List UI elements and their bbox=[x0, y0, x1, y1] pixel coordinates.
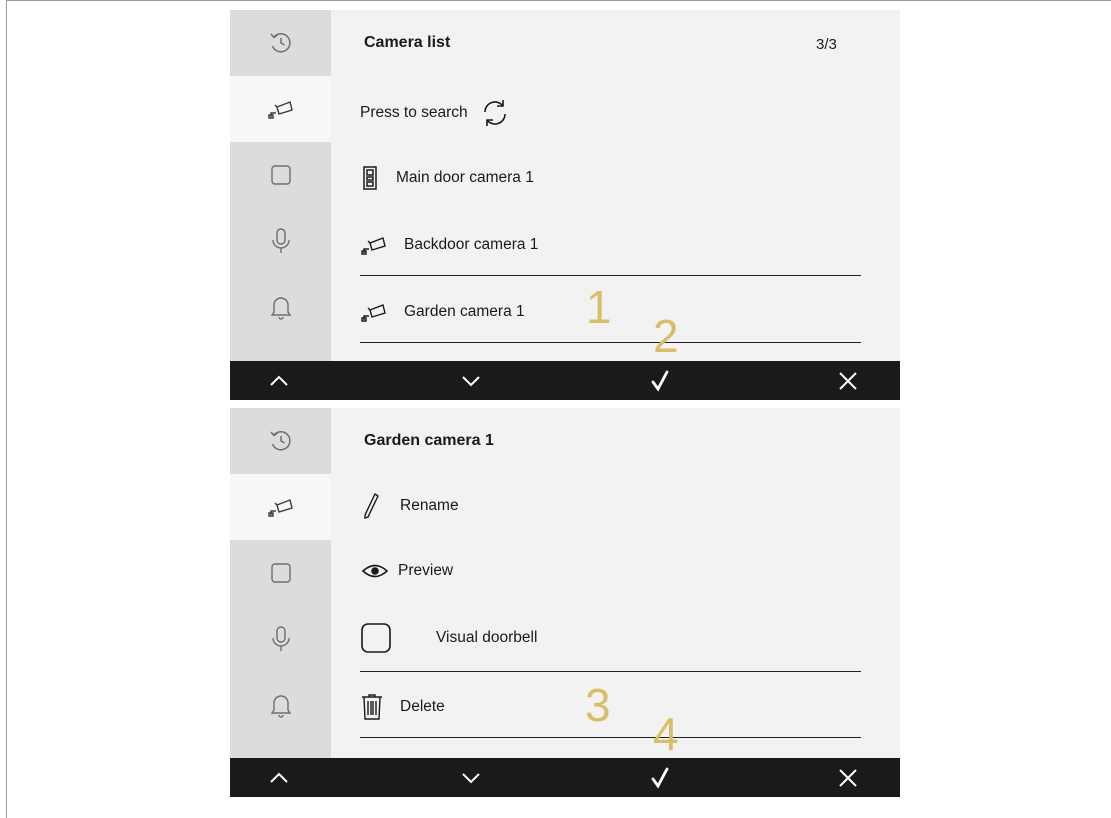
check-icon bbox=[651, 767, 669, 789]
close-button[interactable] bbox=[833, 758, 863, 797]
search-button[interactable]: Press to search bbox=[360, 96, 512, 130]
camera-options-screen: Garden camera 1 Rename Preview Visual do… bbox=[230, 408, 900, 797]
history-icon bbox=[269, 431, 291, 451]
option-label: Visual doorbell bbox=[436, 629, 538, 646]
sidebar-item-microphone[interactable] bbox=[230, 208, 331, 274]
selection-line-bottom bbox=[360, 342, 861, 343]
content-area: Camera list 3/3 Press to search Main doo… bbox=[331, 10, 900, 361]
bell-icon bbox=[270, 297, 291, 320]
camera-list-screen: Camera list 3/3 Press to search Main doo… bbox=[230, 10, 900, 400]
microphone-icon bbox=[271, 228, 290, 253]
door-station-icon bbox=[360, 166, 380, 190]
sidebar-item-camera[interactable] bbox=[230, 76, 331, 142]
sidebar bbox=[230, 10, 331, 361]
list-item-backdoor-camera[interactable]: Backdoor camera 1 bbox=[360, 234, 538, 256]
camera-icon bbox=[360, 301, 390, 323]
list-item-main-door-camera[interactable]: Main door camera 1 bbox=[360, 166, 534, 190]
confirm-button[interactable] bbox=[645, 758, 675, 797]
close-button[interactable] bbox=[833, 361, 863, 400]
list-item-label: Main door camera 1 bbox=[396, 169, 534, 186]
confirm-button[interactable] bbox=[645, 361, 675, 400]
sidebar-item-microphone[interactable] bbox=[230, 606, 331, 672]
pencil-icon bbox=[360, 492, 382, 520]
sidebar bbox=[230, 408, 331, 758]
sidebar-item-history[interactable] bbox=[230, 408, 331, 474]
selection-line-top bbox=[360, 275, 861, 276]
chevron-down-icon bbox=[462, 772, 480, 783]
chevron-up-icon bbox=[270, 772, 288, 783]
camera-icon bbox=[267, 101, 293, 119]
chevron-up-icon bbox=[270, 375, 288, 386]
sidebar-item-bell[interactable] bbox=[230, 672, 331, 738]
page-title: Garden camera 1 bbox=[364, 432, 494, 449]
sidebar-item-camera[interactable] bbox=[230, 474, 331, 540]
close-icon bbox=[839, 371, 857, 390]
sidebar-item-history[interactable] bbox=[230, 10, 331, 76]
up-button[interactable] bbox=[264, 361, 294, 400]
option-delete[interactable]: Delete bbox=[360, 693, 445, 721]
bell-icon bbox=[270, 695, 291, 718]
sidebar-item-square[interactable] bbox=[230, 540, 331, 606]
option-label: Preview bbox=[398, 562, 454, 579]
chevron-down-icon bbox=[462, 375, 480, 386]
option-preview[interactable]: Preview bbox=[360, 562, 453, 580]
square-icon bbox=[270, 563, 291, 583]
selection-line-top bbox=[360, 671, 861, 672]
option-visual-doorbell[interactable]: Visual doorbell bbox=[360, 622, 537, 654]
annotation-3: 3 bbox=[585, 679, 611, 731]
history-icon bbox=[269, 33, 291, 53]
down-button[interactable] bbox=[456, 361, 486, 400]
annotation-1: 1 bbox=[586, 281, 612, 333]
annotation-4: 4 bbox=[653, 708, 679, 760]
page-title: Camera list bbox=[364, 34, 451, 51]
list-item-garden-camera[interactable]: Garden camera 1 bbox=[360, 301, 525, 323]
annotation-2: 2 bbox=[653, 310, 679, 362]
list-item-label: Backdoor camera 1 bbox=[404, 236, 539, 253]
content-area: Garden camera 1 Rename Preview Visual do… bbox=[331, 408, 900, 758]
up-button[interactable] bbox=[264, 758, 294, 797]
microphone-icon bbox=[271, 626, 290, 651]
trash-icon bbox=[360, 693, 384, 721]
option-label: Rename bbox=[400, 497, 459, 514]
camera-icon bbox=[267, 499, 293, 517]
check-icon bbox=[651, 370, 669, 392]
square-icon bbox=[270, 165, 291, 185]
sidebar-item-bell[interactable] bbox=[230, 274, 331, 340]
bottom-bar bbox=[230, 361, 900, 400]
eye-icon bbox=[360, 563, 390, 579]
refresh-icon bbox=[478, 96, 512, 130]
checkbox-icon[interactable] bbox=[360, 622, 392, 654]
page-indicator: 3/3 bbox=[816, 36, 837, 53]
down-button[interactable] bbox=[456, 758, 486, 797]
sidebar-item-square[interactable] bbox=[230, 142, 331, 208]
list-item-label: Garden camera 1 bbox=[404, 303, 525, 320]
bottom-bar bbox=[230, 758, 900, 797]
selection-line-bottom bbox=[360, 737, 861, 738]
close-icon bbox=[839, 768, 857, 787]
camera-icon bbox=[360, 234, 390, 256]
option-rename[interactable]: Rename bbox=[360, 492, 459, 520]
search-label: Press to search bbox=[360, 104, 468, 121]
option-label: Delete bbox=[400, 698, 445, 715]
